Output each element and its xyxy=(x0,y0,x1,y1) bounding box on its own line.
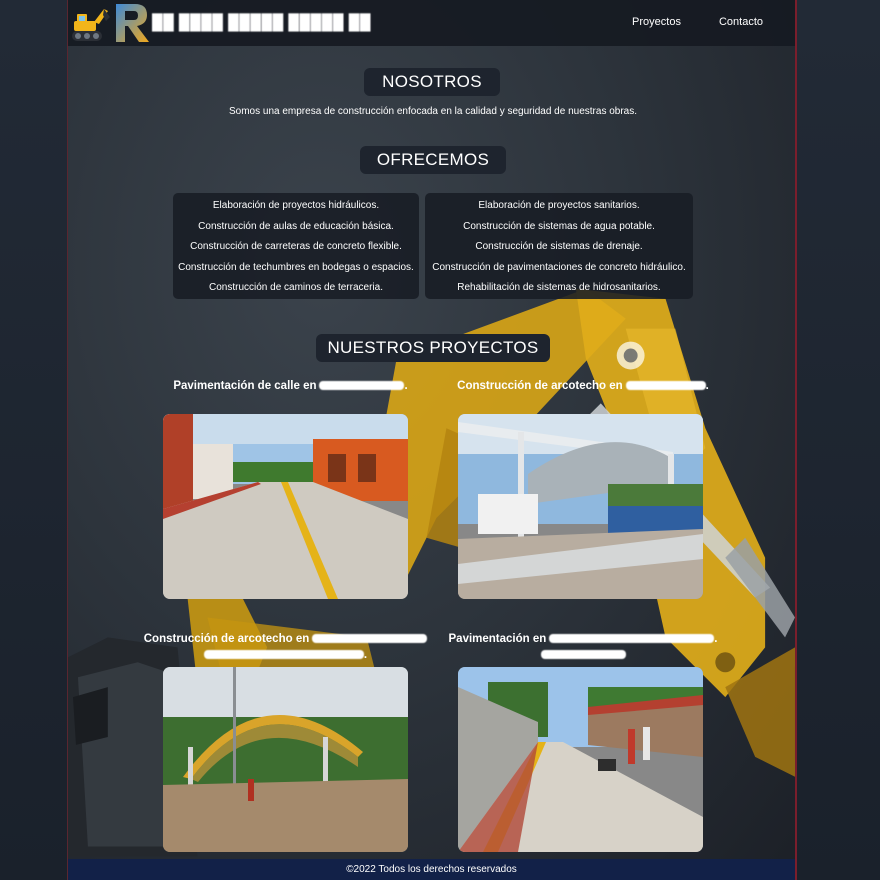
project-title-text: Pavimentación de calle en xyxy=(173,380,317,392)
brand-name[interactable]: ██ ████ █████ █████ ██ xyxy=(152,14,371,31)
project-title-text: Pavimentación en xyxy=(448,633,547,645)
project-title-suffix: . xyxy=(404,380,408,392)
site-footer: ©2022 Todos los derechos reservados xyxy=(68,859,795,880)
offer-item: Elaboración de proyectos sanitarios. xyxy=(478,200,640,211)
offer-item: Construcción de techumbres en bodegas o … xyxy=(178,261,414,273)
section-title-projects: NUESTROS PROYECTOS xyxy=(316,334,550,362)
redacted-location xyxy=(203,650,364,660)
redacted-location xyxy=(625,381,706,391)
project-title-suffix: . xyxy=(363,649,368,661)
site-container: ██ ████ █████ █████ ██ Proyectos Contact… xyxy=(67,0,797,880)
offer-item: Elaboración de proyectos hidráulicos. xyxy=(212,200,380,211)
project-title: Pavimentación en. xyxy=(443,631,723,663)
about-text: Somos una empresa de construcción enfoca… xyxy=(228,106,638,117)
offer-list-right: Elaboración de proyectos sanitarios. Con… xyxy=(425,193,693,299)
project-title-suffix: . xyxy=(714,633,718,645)
site-header: ██ ████ █████ █████ ██ Proyectos Contact… xyxy=(68,0,795,46)
project-photo-street-paving[interactable] xyxy=(163,414,408,599)
project-title-text: Construcción de arcotecho en xyxy=(457,380,623,392)
project-title: Pavimentación de calle en. xyxy=(163,378,418,394)
redacted-location xyxy=(540,650,626,660)
nav-link-proyectos[interactable]: Proyectos xyxy=(632,16,681,28)
project-photo-arch-roof[interactable] xyxy=(458,414,703,599)
section-title-about: NOSOTROS xyxy=(364,68,500,96)
page-gutter-right xyxy=(797,0,880,880)
redacted-location xyxy=(549,634,715,644)
excavator-logo-icon[interactable] xyxy=(70,3,112,43)
offer-item: Construcción de sistemas de drenaje. xyxy=(475,241,643,253)
project-photo-arch-roof-2[interactable] xyxy=(163,667,408,852)
offer-item: Construcción de sistemas de agua potable… xyxy=(463,220,655,232)
offer-item: Construcción de carreteras de concreto f… xyxy=(190,241,402,253)
redacted-location xyxy=(319,381,405,391)
redacted-location xyxy=(312,634,428,644)
project-title-suffix: . xyxy=(705,380,709,392)
nav-link-contacto[interactable]: Contacto xyxy=(719,16,763,28)
offer-item: Construcción de pavimentaciones de concr… xyxy=(432,261,686,273)
project-title-text: Construcción de arcotecho en xyxy=(143,633,310,645)
page-gutter-left xyxy=(0,0,67,880)
project-title: Construcción de arcotecho en . xyxy=(143,631,428,663)
project-title: Construcción de arcotecho en. xyxy=(453,378,713,394)
main-nav: Proyectos Contacto xyxy=(632,16,763,28)
offer-item: Construcción de caminos de terraceria. xyxy=(209,282,383,294)
offer-list-left: Elaboración de proyectos hidráulicos. Co… xyxy=(173,193,419,299)
offer-item: Rehabilitación de sistemas de hidrosanit… xyxy=(457,282,661,294)
section-title-offer: OFRECEMOS xyxy=(360,146,506,174)
project-photo-paving-2[interactable] xyxy=(458,667,703,852)
offer-item: Construcción de aulas de educación básic… xyxy=(198,220,394,232)
brand-logo-icon[interactable] xyxy=(113,2,151,44)
